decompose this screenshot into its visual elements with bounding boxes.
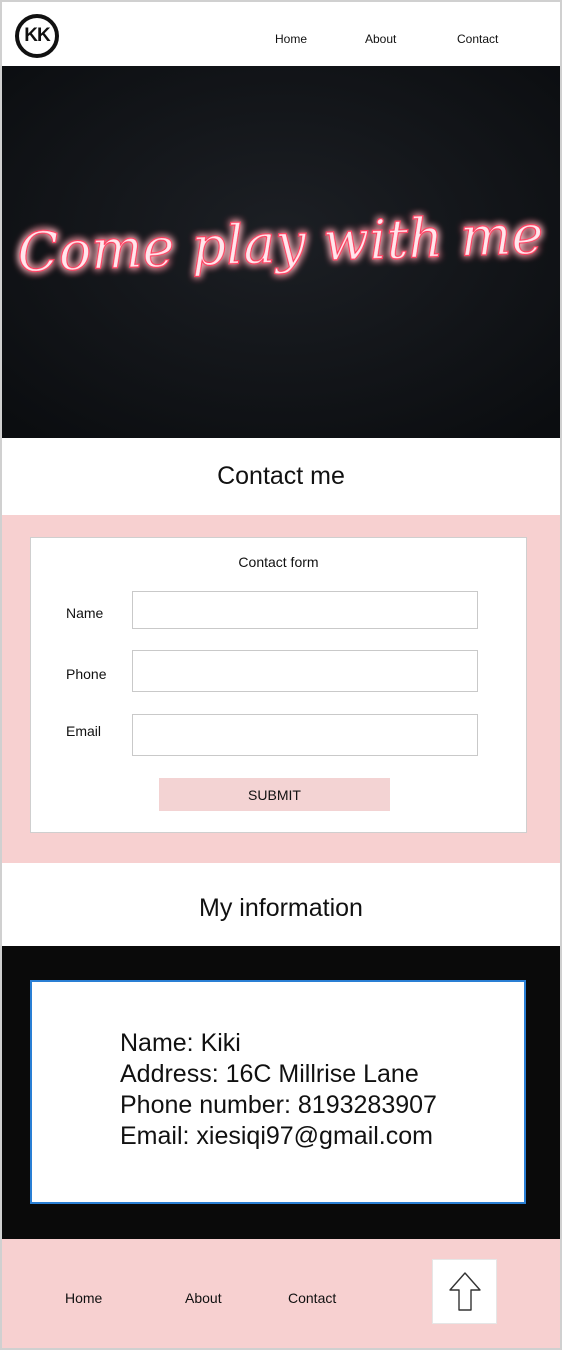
info-card: Name: Kiki Address: 16C Millrise Lane Ph… [30,980,526,1204]
submit-button[interactable]: SUBMIT [159,778,390,811]
logo[interactable]: KK [15,14,59,58]
email-label: Email [66,723,102,739]
contact-section-title: Contact me [217,462,345,490]
logo-text: KK [24,25,50,46]
phone-label: Phone [66,666,107,682]
info-name: Name: Kiki [120,1029,241,1057]
contact-form-title: Contact form [238,554,319,570]
footer-home-link[interactable]: Home [65,1290,102,1306]
name-label: Name [66,605,104,621]
phone-input[interactable] [132,650,478,692]
arrow-up-icon [448,1271,481,1311]
footer-about-link[interactable]: About [185,1290,222,1306]
contact-form: Contact form Name Phone Email SUBMIT [30,537,527,833]
info-phone: Phone number: 8193283907 [120,1091,437,1119]
name-input[interactable] [132,591,478,629]
nav-contact-link[interactable]: Contact [457,32,498,46]
back-to-top-button[interactable] [432,1259,497,1324]
contact-band: Contact form Name Phone Email SUBMIT [2,515,560,863]
hero-image: Come play with me [2,66,560,438]
footer-contact-link[interactable]: Contact [288,1290,336,1306]
page: KK Home About Contact Come play with me [0,0,562,1350]
info-section-title: My information [199,894,363,922]
info-email: Email: xiesiqi97@gmail.com [120,1122,433,1150]
info-lines: Name: Kiki Address: 16C Millrise Lane Ph… [120,1028,437,1152]
nav-about-link[interactable]: About [365,32,396,46]
site-header: KK Home About Contact [2,2,560,66]
info-band: Name: Kiki Address: 16C Millrise Lane Ph… [2,946,560,1239]
email-input[interactable] [132,714,478,756]
info-address: Address: 16C Millrise Lane [120,1060,419,1088]
nav-home-link[interactable]: Home [275,32,307,46]
site-footer: Home About Contact [2,1239,560,1348]
